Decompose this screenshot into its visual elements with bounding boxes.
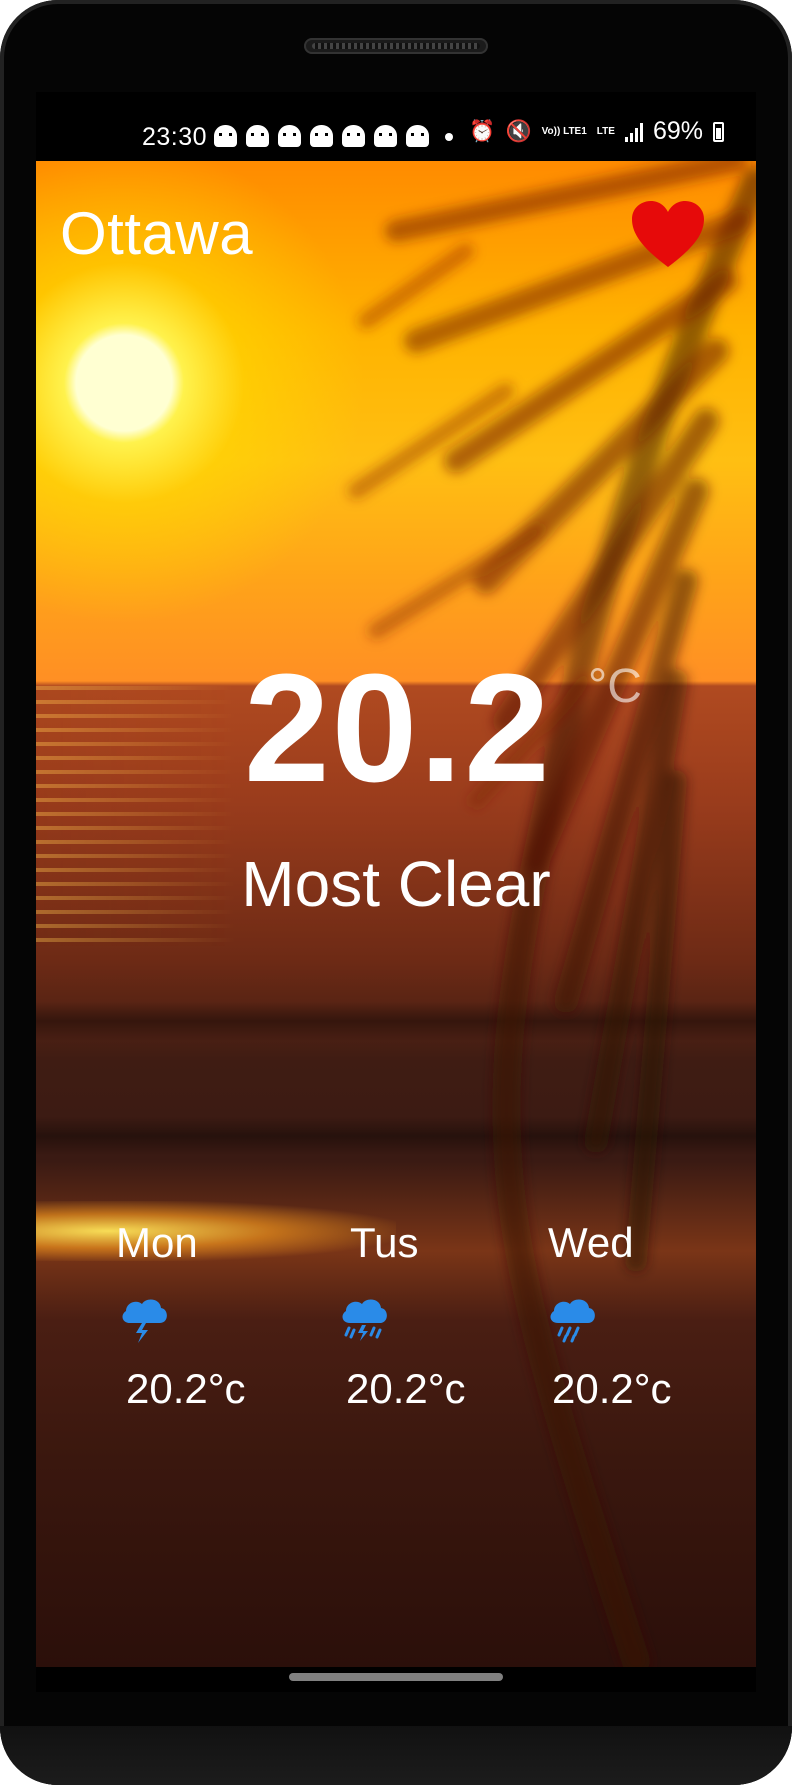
rain-icon — [550, 1299, 595, 1343]
forecast-day: Wed 20.2°c — [522, 1219, 742, 1419]
weather-background: Ottawa 20.2 °C Most Clear Mon 20.2°c Tus… — [36, 161, 756, 1667]
heart-icon[interactable] — [630, 199, 706, 269]
phone-frame: 23:30 ⏰ 🔇 Vo)) LTE1 LTE 69% Ottawa 20.2 … — [0, 0, 792, 1785]
forecast-list: Mon 20.2°c Tus 20.2°c Wed 20.2°c — [36, 1219, 756, 1419]
snapchat-icon — [310, 125, 333, 147]
forecast-day: Mon 20.2°c — [116, 1219, 336, 1419]
battery-percent: 69% — [652, 117, 703, 145]
forecast-temp: 20.2°c — [346, 1365, 466, 1412]
battery-icon — [713, 121, 724, 142]
thunderstorm-icon — [122, 1299, 167, 1343]
alarm-icon: ⏰ — [469, 120, 496, 143]
snapchat-icon — [342, 125, 365, 147]
snapchat-icon — [246, 125, 269, 147]
navigation-bar — [36, 1667, 756, 1692]
volte-label: Vo)) LTE1 — [541, 126, 587, 137]
snapchat-icon — [374, 125, 397, 147]
status-bar: 23:30 ⏰ 🔇 Vo)) LTE1 LTE 69% — [36, 92, 756, 161]
forecast-day-label: Tus — [350, 1219, 419, 1266]
more-notifications-dot — [445, 133, 453, 141]
thunder-rain-icon — [342, 1299, 387, 1341]
temperature-value: 20.2 — [244, 642, 552, 814]
status-time: 23:30 — [142, 123, 208, 151]
forecast-day-label: Wed — [548, 1219, 634, 1266]
lte-label: LTE — [596, 126, 615, 137]
forecast-temp: 20.2°c — [552, 1365, 672, 1412]
temperature-unit: °C — [588, 660, 642, 713]
earpiece-speaker — [304, 38, 488, 54]
weather-condition: Most Clear — [241, 848, 551, 920]
city-name: Ottawa — [60, 200, 254, 267]
snapchat-icon — [406, 125, 429, 147]
phone-bottom-bezel — [0, 1726, 792, 1785]
snapchat-icon — [214, 125, 237, 147]
screen: 23:30 ⏰ 🔇 Vo)) LTE1 LTE 69% Ottawa 20.2 … — [36, 92, 756, 1692]
mute-icon: 🔇 — [505, 120, 532, 143]
notification-icons — [214, 125, 429, 147]
status-indicators: ⏰ 🔇 Vo)) LTE1 LTE 69% — [469, 117, 724, 146]
forecast-temp: 20.2°c — [126, 1365, 246, 1412]
home-gesture-handle[interactable] — [289, 1673, 503, 1681]
signal-icon — [624, 122, 643, 142]
forecast-day-label: Mon — [116, 1219, 198, 1266]
snapchat-icon — [278, 125, 301, 147]
